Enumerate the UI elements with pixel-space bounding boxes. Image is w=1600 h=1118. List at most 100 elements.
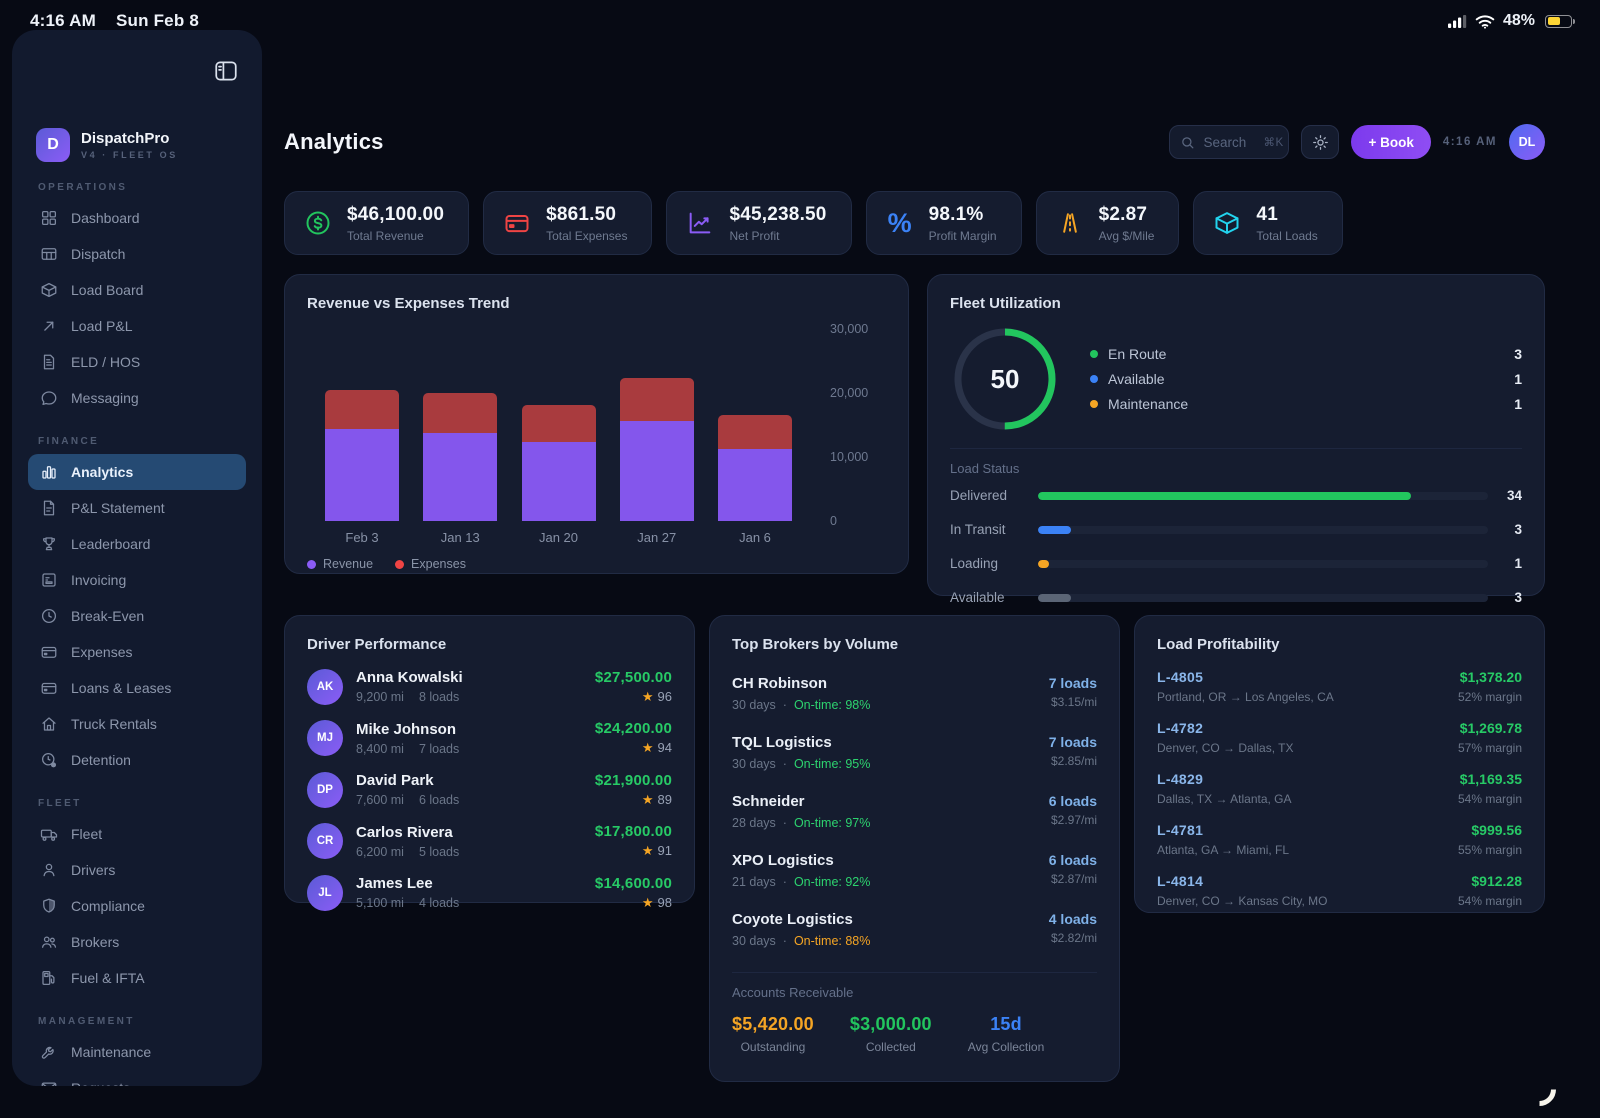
sidebar-item-dashboard[interactable]: Dashboard: [28, 200, 246, 236]
driver-miles: 5,100 mi: [356, 896, 404, 910]
sidebar-item-fuel-ifta[interactable]: Fuel & IFTA: [28, 960, 246, 996]
driver-stats: 5,100 mi4 loads: [356, 896, 459, 910]
broker-stats: 30 days·On-time: 88%: [732, 934, 870, 948]
sidebar-item-requests[interactable]: Requests: [28, 1070, 246, 1086]
driver-row-anna-kowalski[interactable]: AKAnna Kowalski9,200 mi8 loads$27,500.00…: [307, 669, 672, 705]
shield-icon: [40, 897, 58, 915]
sidebar-item-compliance[interactable]: Compliance: [28, 888, 246, 924]
broker-loads: 7 loads: [1049, 675, 1097, 691]
sidebar-item-maintenance[interactable]: Maintenance: [28, 1034, 246, 1070]
revenue-bar-segment: [522, 442, 596, 521]
sidebar-section-label: MANAGEMENT: [38, 1016, 246, 1027]
dot-separator: ·: [783, 698, 787, 712]
load-row-l-4814[interactable]: L-4814Denver, CO → Kansas City, MO$912.2…: [1157, 873, 1522, 908]
broker-row-coyote-logistics[interactable]: Coyote Logistics30 days·On-time: 88%4 lo…: [732, 911, 1097, 948]
load-profit: $1,269.78: [1458, 720, 1522, 736]
ar-value: $3,000.00: [850, 1014, 932, 1035]
fleet-utilization-value: 50: [950, 324, 1060, 434]
user-icon: [40, 861, 58, 879]
star-icon: ★: [642, 843, 654, 858]
ar-label: Outstanding: [732, 1040, 814, 1054]
sidebar-nav: OPERATIONSDashboardDispatchLoad BoardLoa…: [28, 182, 246, 1086]
sidebar-item-label: Detention: [71, 752, 131, 768]
dispatch-table-icon: [40, 245, 58, 263]
load-margin: 54% margin: [1458, 894, 1522, 908]
sidebar-item-load-p-l[interactable]: Load P&L: [28, 308, 246, 344]
sidebar-item-label: Truck Rentals: [71, 716, 157, 732]
sidebar-item-fleet[interactable]: Fleet: [28, 816, 246, 852]
driver-earnings: $14,600.00: [595, 875, 672, 892]
load-status-track: [1038, 492, 1488, 500]
kpi-card-net-profit: $45,238.50Net Profit: [666, 191, 851, 255]
kpi-label: Profit Margin: [929, 229, 997, 243]
sidebar-toggle-button[interactable]: [208, 54, 244, 88]
sidebar-item-label: Drivers: [71, 862, 115, 878]
sidebar-item-analytics[interactable]: Analytics: [28, 454, 246, 490]
sidebar-item-detention[interactable]: Detention: [28, 742, 246, 778]
sidebar-item-brokers[interactable]: Brokers: [28, 924, 246, 960]
sidebar-item-break-even[interactable]: Break-Even: [28, 598, 246, 634]
broker-row-xpo-logistics[interactable]: XPO Logistics21 days·On-time: 92%6 loads…: [732, 852, 1097, 889]
broker-days: 30 days: [732, 698, 776, 712]
load-row-l-4781[interactable]: L-4781Atlanta, GA → Miami, FL$999.5655% …: [1157, 822, 1522, 857]
driver-score-value: 98: [658, 895, 672, 910]
sidebar-item-label: Requests: [71, 1080, 130, 1086]
sun-icon: [1312, 134, 1329, 151]
sidebar-item-leaderboard[interactable]: Leaderboard: [28, 526, 246, 562]
broker-row-ch-robinson[interactable]: CH Robinson30 days·On-time: 98%7 loads$3…: [732, 675, 1097, 712]
expenses-bar-segment: [718, 415, 792, 450]
wrench-icon: [40, 1043, 58, 1061]
sidebar-item-loans-leases[interactable]: Loans & Leases: [28, 670, 246, 706]
driver-info: Carlos Rivera6,200 mi5 loads: [356, 824, 459, 859]
broker-ontime: On-time: 98%: [794, 698, 870, 712]
search-shortcut: ⌘K: [1263, 135, 1283, 149]
driver-row-carlos-rivera[interactable]: CRCarlos Rivera6,200 mi5 loads$17,800.00…: [307, 823, 672, 859]
ar-avg-collection: 15dAvg Collection: [968, 1014, 1045, 1054]
driver-row-david-park[interactable]: DPDavid Park7,600 mi6 loads$21,900.00★89: [307, 772, 672, 808]
kpi-value: 41: [1256, 204, 1317, 226]
fleet-legend-available: Available1: [1090, 371, 1522, 387]
driver-row-james-lee[interactable]: JLJames Lee5,100 mi4 loads$14,600.00★98: [307, 875, 672, 911]
broker-row-tql-logistics[interactable]: TQL Logistics30 days·On-time: 95%7 loads…: [732, 734, 1097, 771]
accounts-receivable-title: Accounts Receivable: [732, 985, 1097, 1000]
sidebar-item-dispatch[interactable]: Dispatch: [28, 236, 246, 272]
load-row-l-4805[interactable]: L-4805Portland, OR → Los Angeles, CA$1,3…: [1157, 669, 1522, 704]
sidebar-item-messaging[interactable]: Messaging: [28, 380, 246, 416]
driver-earnings: $27,500.00: [595, 669, 672, 686]
broker-ontime: On-time: 97%: [794, 816, 870, 830]
wifi-icon: [1475, 14, 1495, 29]
broker-row-schneider[interactable]: Schneider28 days·On-time: 97%6 loads$2.9…: [732, 793, 1097, 830]
load-status-fill: [1038, 560, 1049, 568]
driver-row-mike-johnson[interactable]: MJMike Johnson8,400 mi7 loads$24,200.00★…: [307, 720, 672, 756]
driver-loads: 7 loads: [419, 742, 459, 756]
revenue-bar-segment: [423, 433, 497, 521]
charts-row: Revenue vs Expenses Trend 010,00020,0003…: [284, 274, 1545, 596]
sidebar-item-label: Compliance: [71, 898, 145, 914]
ar-outstanding: $5,420.00Outstanding: [732, 1014, 814, 1054]
kpi-value: 98.1%: [929, 204, 997, 226]
sidebar-item-label: Invoicing: [71, 572, 126, 588]
search-icon: [1180, 135, 1195, 150]
broker-ontime: On-time: 92%: [794, 875, 870, 889]
search-input[interactable]: [1203, 135, 1255, 150]
load-info: L-4829Dallas, TX → Atlanta, GA: [1157, 771, 1292, 806]
file-text-icon: [40, 353, 58, 371]
load-row-l-4782[interactable]: L-4782Denver, CO → Dallas, TX$1,269.7857…: [1157, 720, 1522, 755]
sidebar-item-truck-rentals[interactable]: Truck Rentals: [28, 706, 246, 742]
driver-name: Carlos Rivera: [356, 824, 459, 841]
sidebar-item-p-l-statement[interactable]: P&L Statement: [28, 490, 246, 526]
theme-toggle-button[interactable]: [1301, 125, 1339, 159]
broker-info: Coyote Logistics30 days·On-time: 88%: [732, 911, 870, 948]
mail-icon: [40, 1079, 58, 1086]
load-id: L-4814: [1157, 873, 1328, 889]
sidebar-item-load-board[interactable]: Load Board: [28, 272, 246, 308]
sidebar-item-invoicing[interactable]: Invoicing: [28, 562, 246, 598]
user-avatar[interactable]: DL: [1509, 124, 1545, 160]
search-box[interactable]: ⌘K: [1169, 125, 1289, 159]
sidebar-item-eld-hos[interactable]: ELD / HOS: [28, 344, 246, 380]
load-list: L-4805Portland, OR → Los Angeles, CA$1,3…: [1157, 669, 1522, 908]
sidebar-item-expenses[interactable]: Expenses: [28, 634, 246, 670]
sidebar-item-drivers[interactable]: Drivers: [28, 852, 246, 888]
book-button[interactable]: + Book: [1351, 125, 1430, 159]
load-row-l-4829[interactable]: L-4829Dallas, TX → Atlanta, GA$1,169.355…: [1157, 771, 1522, 806]
